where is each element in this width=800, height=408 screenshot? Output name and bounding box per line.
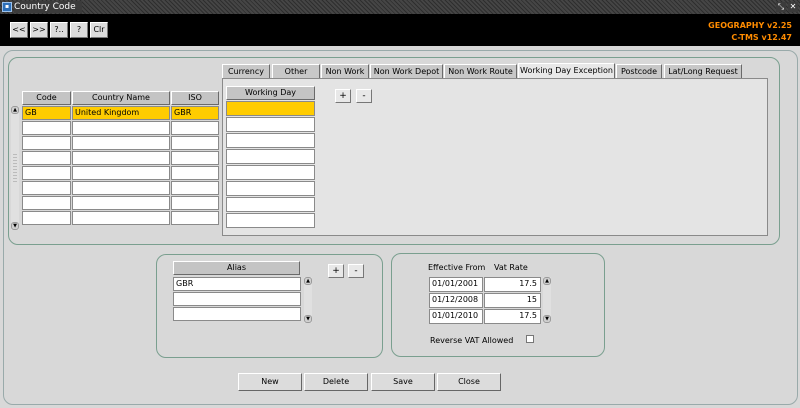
code-cell[interactable] xyxy=(22,211,71,225)
code-cell[interactable] xyxy=(22,196,71,210)
scroll-up-icon[interactable]: ▲ xyxy=(11,106,19,114)
iso-cell[interactable] xyxy=(171,121,219,135)
alias-column-header: Alias xyxy=(173,261,300,275)
app-version: GEOGRAPHY v2.25 xyxy=(708,21,792,30)
vat-rate-cell[interactable]: 17.5 xyxy=(484,277,541,292)
working-day-cell[interactable] xyxy=(226,213,315,228)
country-name-cell[interactable] xyxy=(72,151,170,165)
iso-cell[interactable] xyxy=(171,151,219,165)
vat-rate-label: Vat Rate xyxy=(494,263,528,272)
code-column-header: Code xyxy=(22,91,71,105)
restore-icon[interactable]: ⤡ xyxy=(776,2,786,12)
help-button[interactable]: ? xyxy=(70,22,88,38)
vat-rate-cell[interactable]: 17.5 xyxy=(484,309,541,324)
title-bar: ▪ Country Code ⤡ ✕ xyxy=(0,0,800,14)
country-name-cell[interactable] xyxy=(72,211,170,225)
tab-postcode[interactable]: Postcode xyxy=(616,64,662,78)
app-icon: ▪ xyxy=(2,2,12,12)
code-cell[interactable] xyxy=(22,121,71,135)
tab-other[interactable]: Other xyxy=(272,64,320,78)
country-name-cell[interactable] xyxy=(72,136,170,150)
vat-scroll-down-icon[interactable]: ▼ xyxy=(543,315,551,323)
next-record-button[interactable]: >> xyxy=(30,22,48,38)
country-name-cell[interactable] xyxy=(72,166,170,180)
tab-non-work-route[interactable]: Non Work Route xyxy=(444,64,517,78)
tab-lat-long-request[interactable]: Lat/Long Request xyxy=(664,64,742,78)
working-day-cell[interactable] xyxy=(226,149,315,164)
tab-currency[interactable]: Currency xyxy=(222,64,270,78)
tab-non-work-depot[interactable]: Non Work Depot xyxy=(370,64,443,78)
alias-cell[interactable] xyxy=(173,307,301,321)
country-name-cell[interactable] xyxy=(72,181,170,195)
clear-button[interactable]: Clr xyxy=(90,22,108,38)
working-day-cell[interactable] xyxy=(226,181,315,196)
vat-rate-cell[interactable]: 15 xyxy=(484,293,541,308)
country-scrollbar[interactable]: ▲ ▼ xyxy=(11,106,19,230)
effective-from-label: Effective From xyxy=(428,263,486,272)
code-cell[interactable] xyxy=(22,136,71,150)
working-day-column-header: Working Day xyxy=(226,86,315,100)
iso-cell[interactable] xyxy=(171,196,219,210)
country-name-column-header: Country Name xyxy=(72,91,170,105)
country-name-cell[interactable] xyxy=(72,196,170,210)
code-cell[interactable] xyxy=(22,166,71,180)
add-alias-button[interactable]: + xyxy=(328,264,344,278)
country-name-cell[interactable]: United Kingdom xyxy=(72,106,170,120)
alias-scroll-down-icon[interactable]: ▼ xyxy=(304,315,312,323)
iso-cell[interactable]: GBR xyxy=(171,106,219,120)
iso-cell[interactable] xyxy=(171,211,219,225)
save-button[interactable]: Save xyxy=(371,373,435,391)
code-cell[interactable] xyxy=(22,181,71,195)
alias-cell[interactable]: GBR xyxy=(173,277,301,291)
close-button[interactable]: Close xyxy=(437,373,501,391)
effective-date-cell[interactable]: 01/01/2010 xyxy=(429,309,483,324)
reverse-vat-checkbox[interactable] xyxy=(526,335,534,343)
delete-button[interactable]: Delete xyxy=(304,373,368,391)
alias-scrollbar[interactable]: ▲ ▼ xyxy=(304,277,312,323)
country-name-cell[interactable] xyxy=(72,121,170,135)
remove-working-day-button[interactable]: - xyxy=(356,89,372,103)
reverse-vat-label: Reverse VAT Allowed xyxy=(430,336,514,345)
query-button[interactable]: ?.. xyxy=(50,22,68,38)
remove-alias-button[interactable]: - xyxy=(348,264,364,278)
window-title: Country Code xyxy=(14,1,82,13)
alias-scroll-up-icon[interactable]: ▲ xyxy=(304,277,312,285)
vat-scrollbar[interactable]: ▲ ▼ xyxy=(543,277,551,323)
add-working-day-button[interactable]: + xyxy=(335,89,351,103)
working-day-cell[interactable] xyxy=(226,165,315,180)
working-day-cell[interactable] xyxy=(226,133,315,148)
tab-working-day-exception[interactable]: Working Day Exception xyxy=(518,63,615,78)
code-cell[interactable]: GB xyxy=(22,106,71,120)
toolbar: << >> ?.. ? Clr GEOGRAPHY v2.25 C-TMS v1… xyxy=(0,14,800,46)
scroll-grip[interactable] xyxy=(13,152,17,182)
iso-cell[interactable] xyxy=(171,136,219,150)
effective-date-cell[interactable]: 01/12/2008 xyxy=(429,293,483,308)
iso-cell[interactable] xyxy=(171,181,219,195)
scroll-down-icon[interactable]: ▼ xyxy=(11,222,19,230)
tab-non-work[interactable]: Non Work xyxy=(321,64,369,78)
iso-column-header: ISO xyxy=(171,91,219,105)
working-day-cell[interactable] xyxy=(226,101,315,116)
platform-version: C-TMS v12.47 xyxy=(731,33,792,42)
working-day-cell[interactable] xyxy=(226,117,315,132)
vat-scroll-up-icon[interactable]: ▲ xyxy=(543,277,551,285)
close-icon[interactable]: ✕ xyxy=(788,2,798,12)
new-button[interactable]: New xyxy=(238,373,302,391)
first-record-button[interactable]: << xyxy=(10,22,28,38)
effective-date-cell[interactable]: 01/01/2001 xyxy=(429,277,483,292)
code-cell[interactable] xyxy=(22,151,71,165)
working-day-cell[interactable] xyxy=(226,197,315,212)
alias-cell[interactable] xyxy=(173,292,301,306)
iso-cell[interactable] xyxy=(171,166,219,180)
